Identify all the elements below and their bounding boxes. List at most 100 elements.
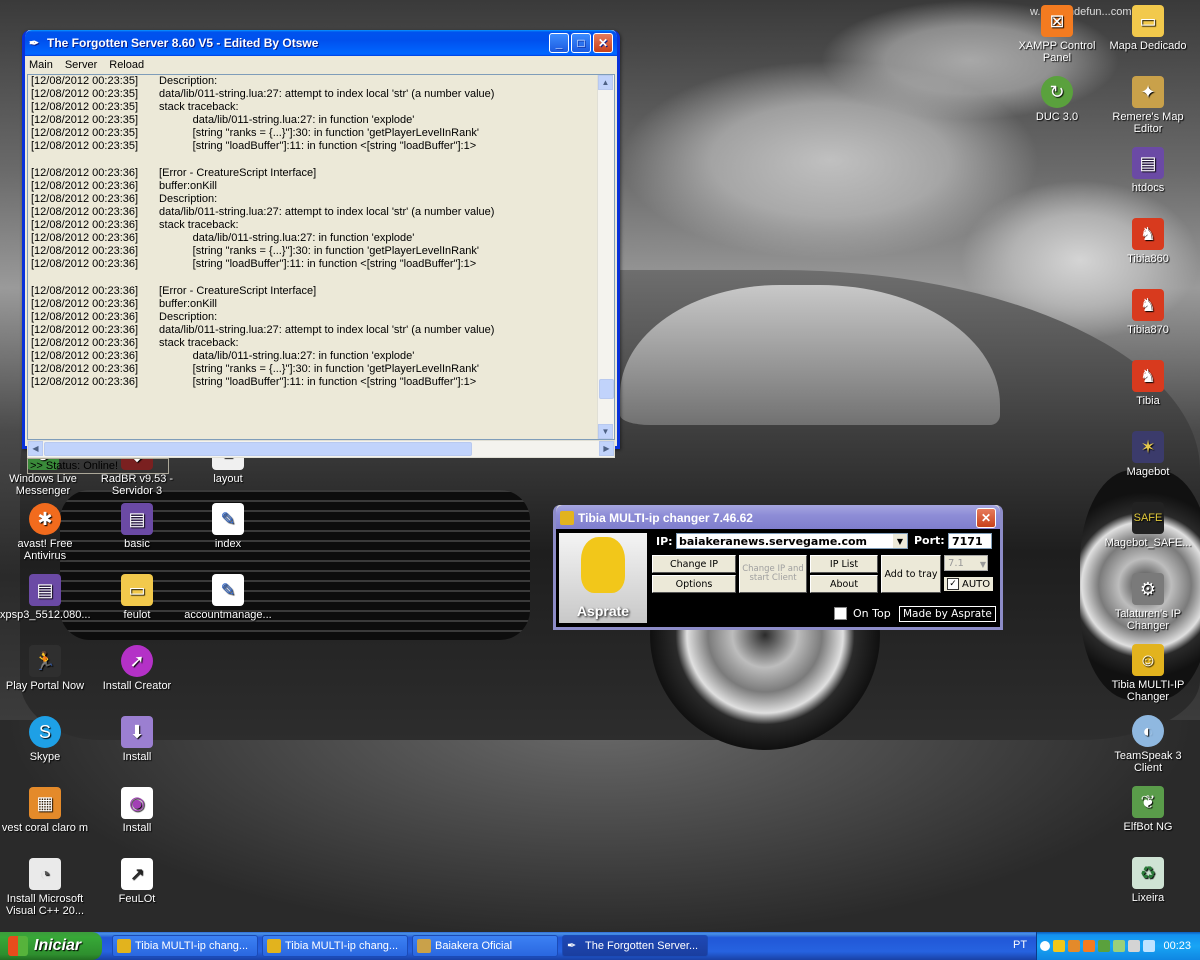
desktop-icon-install-2[interactable]: ◉ Install [92, 787, 182, 834]
log-timestamp: [12/08/2012 00:23:36] [31, 284, 139, 297]
menu-server[interactable]: Server [65, 59, 97, 71]
version-value: 7.1 [948, 558, 964, 569]
on-top-checkbox[interactable]: On Top [834, 607, 891, 620]
about-button[interactable]: About [810, 575, 878, 593]
log-timestamp: [12/08/2012 00:23:36] [31, 219, 139, 232]
forgotten-server-titlebar[interactable]: ✒ The Forgotten Server 8.60 V5 - Edited … [25, 30, 617, 56]
desktop-icon-talaturen[interactable]: ⚙ Talaturen's IP Changer [1103, 573, 1193, 632]
magebot-safe-icon: SAFE [1132, 502, 1164, 534]
wallpaper-cloud [620, 60, 1040, 260]
tibia-changer-titlebar[interactable]: Tibia MULTI-ip changer 7.46.62 ✕ [556, 505, 1000, 531]
auto-checkbox[interactable]: ✓ AUTO [944, 577, 994, 591]
log-line: [12/08/2012 00:23:36] [string "loadBuffe… [28, 376, 614, 389]
log-message: [Error - CreatureScript Interface] [156, 166, 317, 179]
ip-list-button[interactable]: IP List [810, 555, 878, 573]
menu-reload[interactable]: Reload [109, 59, 144, 71]
desktop-icon-teamspeak[interactable]: ◐ TeamSpeak 3 Client [1103, 715, 1193, 774]
log-timestamp: [12/08/2012 00:23:35] [31, 127, 139, 140]
change-ip-button[interactable]: Change IP [652, 555, 736, 573]
close-button[interactable]: ✕ [976, 508, 996, 528]
volume-icon[interactable] [1143, 940, 1155, 952]
ip-combobox[interactable]: baiakeranews.servegame.com ▼ [676, 533, 908, 549]
scroll-right-icon[interactable]: ▶ [599, 441, 614, 456]
menu-main[interactable]: Main [29, 59, 53, 71]
tray-expand-icon[interactable] [1040, 941, 1050, 951]
desktop-icon-xpsp3[interactable]: ▤ xpsp3_5512.080... [0, 574, 91, 621]
xampp-tray-icon[interactable] [1083, 940, 1095, 952]
scroll-up-icon[interactable]: ▲ [598, 75, 613, 90]
taskbar: Iniciar Tibia MULTI-ip chang... Tibia MU… [0, 932, 1200, 960]
add-to-tray-button[interactable]: Add to tray [881, 555, 941, 593]
chevron-down-icon[interactable]: ▼ [893, 534, 907, 548]
language-indicator[interactable]: PT [1013, 939, 1027, 951]
desktop-icon-skype[interactable]: S Skype [0, 716, 90, 763]
log-message: stack traceback: [156, 101, 239, 114]
clock[interactable]: 00:23 [1163, 940, 1191, 952]
taskbar-item[interactable]: Tibia MULTI-ip chang... [112, 935, 258, 957]
log-line: [12/08/2012 00:23:36] [string "loadBuffe… [28, 258, 614, 271]
desktop-icon-remeres[interactable]: ✦ Remere's Map Editor [1103, 76, 1193, 135]
scroll-down-icon[interactable]: ▼ [598, 424, 613, 439]
log-timestamp: [12/08/2012 00:23:36] [31, 376, 139, 389]
installer-icon: ◉ [121, 787, 153, 819]
desktop-icon-tibia[interactable]: ♞ Tibia [1103, 360, 1193, 407]
scroll-thumb[interactable] [599, 379, 614, 399]
console-log[interactable]: [12/08/2012 00:23:35] Description: [12/08… [27, 74, 615, 440]
taskbar-item[interactable]: Tibia MULTI-ip chang... [262, 935, 408, 957]
desktop-icon-play-portal[interactable]: 🏃 Play Portal Now [0, 645, 90, 692]
desktop-icon-tibia-multi-ip[interactable]: ☺ Tibia MULTI-IP Changer [1103, 644, 1193, 703]
desktop-icon-install-creator[interactable]: ➚ Install Creator [92, 645, 182, 692]
minimize-button[interactable]: _ [549, 33, 569, 53]
desktop-icon-elfbot[interactable]: ❦ ElfBot NG [1103, 786, 1193, 833]
desktop-icon-tibia870[interactable]: ♞ Tibia870 [1103, 289, 1193, 336]
tray-app-icon[interactable] [1113, 940, 1125, 952]
vertical-scrollbar[interactable]: ▲ ▼ [597, 75, 614, 439]
desktop-icon-basic[interactable]: ▤ basic [92, 503, 182, 550]
desktop-icon-xampp[interactable]: ⊠ XAMPP Control Panel [1012, 5, 1102, 64]
logo-text: Asprate [576, 603, 630, 619]
network-icon[interactable] [1128, 940, 1140, 952]
desktop-icon-index[interactable]: ✎ index [183, 503, 273, 550]
desktop-icon-accountmanager[interactable]: ✎ accountmanage... [183, 574, 273, 621]
taskbar-item[interactable]: Baiakera Oficial [412, 935, 558, 957]
horizontal-scrollbar[interactable]: ◀ ▶ [27, 440, 615, 458]
log-timestamp: [12/08/2012 00:23:36] [31, 258, 139, 271]
winrar-icon: ▤ [29, 574, 61, 606]
checkbox-checked-icon: ✓ [947, 578, 959, 590]
close-button[interactable]: ✕ [593, 33, 613, 53]
log-message: [string "loadBuffer"]:11: in function <[… [156, 376, 477, 389]
maximize-button[interactable]: □ [571, 33, 591, 53]
desktop-icon-mapa-dedicado[interactable]: ▭ Mapa Dedicado [1103, 5, 1193, 52]
desktop-icon-vest[interactable]: ▦ vest coral claro m [0, 787, 90, 834]
log-timestamp: [12/08/2012 00:23:36] [31, 192, 139, 205]
desktop-icon-magebot-safe[interactable]: SAFE Magebot_SAFE... [1103, 502, 1193, 549]
skype-icon: S [29, 716, 61, 748]
version-select[interactable]: 7.1 ▼ [944, 555, 988, 571]
window-title: The Forgotten Server 8.60 V5 - Edited By… [47, 36, 319, 50]
taskbar-item-active[interactable]: ✒ The Forgotten Server... [562, 935, 708, 957]
desktop-icon-feulot[interactable]: ↗ FeuLOt [92, 858, 182, 905]
change-ip-start-client-button[interactable]: Change IP and start Client [739, 555, 807, 593]
desktop-icon-vcpp[interactable]: ◔ Install Microsoft Visual C++ 20... [0, 858, 90, 917]
scroll-left-icon[interactable]: ◀ [28, 441, 43, 456]
desktop-icon-duc[interactable]: ↻ DUC 3.0 [1012, 76, 1102, 123]
start-button[interactable]: Iniciar [0, 932, 102, 960]
tray-app-icon[interactable] [1053, 940, 1065, 952]
desktop-icon-htdocs[interactable]: ▤ htdocs [1103, 147, 1193, 194]
desktop-icon-install[interactable]: ⬇ Install [92, 716, 182, 763]
log-message: Description: [156, 310, 218, 323]
options-button[interactable]: Options [652, 575, 736, 593]
log-message: Description: [156, 192, 218, 205]
tray-app-icon[interactable] [1068, 940, 1080, 952]
desktop-icon-tibia860[interactable]: ♞ Tibia860 [1103, 218, 1193, 265]
log-line: [12/08/2012 00:23:35] data/lib/011-strin… [28, 88, 614, 101]
windows-logo-icon [8, 936, 28, 956]
duc-icon: ↻ [1041, 76, 1073, 108]
tray-app-icon[interactable] [1098, 940, 1110, 952]
desktop-icon-lixeira[interactable]: ♻ Lixeira [1103, 857, 1193, 904]
port-input[interactable]: 7171 [948, 533, 992, 549]
desktop-icon-magebot[interactable]: ✶ Magebot [1103, 431, 1193, 478]
hscroll-thumb[interactable] [44, 442, 472, 456]
desktop-icon-avast[interactable]: ✱ avast! Free Antivirus [0, 503, 90, 562]
desktop-icon-feulot-folder[interactable]: ▭ feulot [92, 574, 182, 621]
